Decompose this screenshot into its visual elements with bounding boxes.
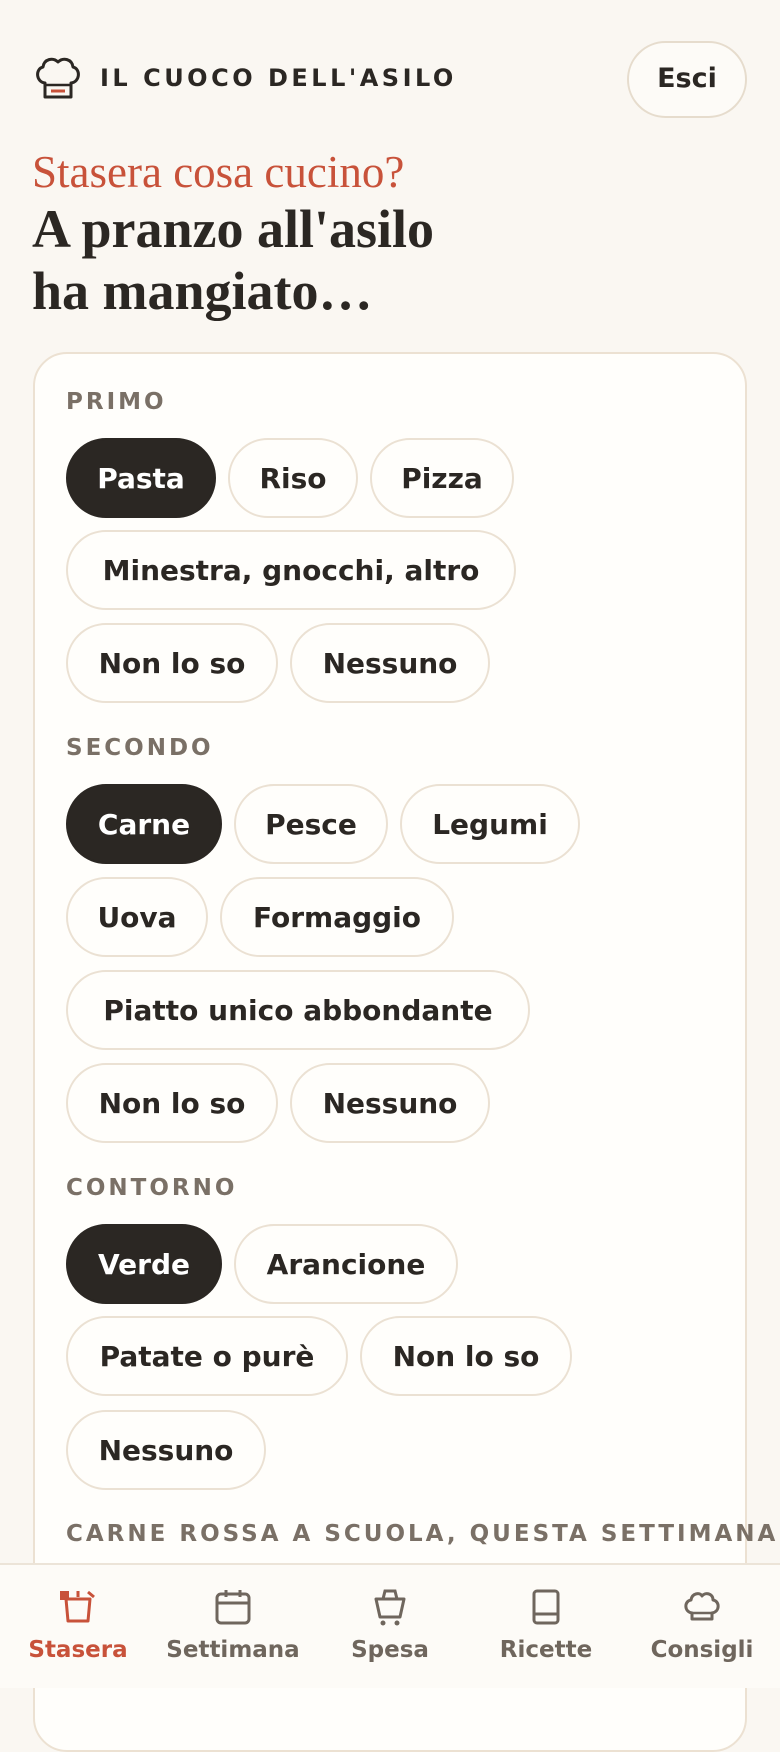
chip-primo-nessuno[interactable]: Nessuno bbox=[290, 623, 490, 703]
chip-secondo-legumi[interactable]: Legumi bbox=[400, 784, 580, 864]
tab-ricette[interactable]: Ricette bbox=[486, 1565, 606, 1688]
app-brand: IL CUOCO DELL'ASILO bbox=[100, 64, 457, 92]
logout-button[interactable]: Esci bbox=[627, 41, 747, 118]
section-label-contorno: CONTORNO bbox=[66, 1175, 238, 1201]
chip-primo-minestra[interactable]: Minestra, gnocchi, altro bbox=[66, 530, 516, 610]
chip-secondo-nessuno[interactable]: Nessuno bbox=[290, 1063, 490, 1143]
chip-secondo-uova[interactable]: Uova bbox=[66, 877, 208, 957]
chip-primo-pizza[interactable]: Pizza bbox=[370, 438, 514, 518]
tab-settimana-label: Settimana bbox=[166, 1637, 300, 1663]
page-subtitle: Stasera cosa cucino? bbox=[32, 147, 405, 197]
tab-stasera[interactable]: Stasera bbox=[18, 1565, 138, 1688]
page-title-line-2: ha mangiato… bbox=[32, 261, 373, 321]
chip-primo-riso[interactable]: Riso bbox=[228, 438, 358, 518]
book-icon bbox=[532, 1589, 560, 1625]
chip-secondo-piatto-unico[interactable]: Piatto unico abbondante bbox=[66, 970, 530, 1050]
tab-stasera-label: Stasera bbox=[28, 1637, 128, 1663]
chip-secondo-carne[interactable]: Carne bbox=[66, 784, 222, 864]
pot-icon bbox=[60, 1590, 95, 1623]
tab-ricette-label: Ricette bbox=[499, 1637, 593, 1663]
tab-consigli-label: Consigli bbox=[650, 1637, 754, 1663]
section-label-secondo: SECONDO bbox=[66, 735, 214, 761]
tab-consigli[interactable]: Consigli bbox=[642, 1565, 762, 1688]
bottom-tab-bar: Stasera Settimana Spesa Ricette Consigli bbox=[0, 1563, 780, 1688]
chip-contorno-verde[interactable]: Verde bbox=[66, 1224, 222, 1304]
chip-secondo-pesce[interactable]: Pesce bbox=[234, 784, 388, 864]
section-label-primo: PRIMO bbox=[66, 389, 167, 415]
chip-secondo-non-lo-so[interactable]: Non lo so bbox=[66, 1063, 278, 1143]
chip-contorno-nessuno[interactable]: Nessuno bbox=[66, 1410, 266, 1490]
tab-settimana[interactable]: Settimana bbox=[163, 1565, 303, 1688]
chip-primo-pasta[interactable]: Pasta bbox=[66, 438, 216, 518]
tab-spesa-label: Spesa bbox=[351, 1637, 429, 1663]
page-title: A pranzo all'asilo ha mangiato… bbox=[32, 198, 732, 322]
chef-hat-icon bbox=[684, 1592, 720, 1621]
page-title-line-1: A pranzo all'asilo bbox=[32, 199, 435, 259]
chef-hat-icon bbox=[36, 57, 80, 99]
chip-secondo-formaggio[interactable]: Formaggio bbox=[220, 877, 454, 957]
section-label-carne-rossa: CARNE ROSSA A SCUOLA, QUESTA SETTIMANA bbox=[66, 1521, 779, 1547]
basket-icon bbox=[374, 1589, 406, 1626]
chip-contorno-patate[interactable]: Patate o purè bbox=[66, 1316, 348, 1396]
chip-contorno-non-lo-so[interactable]: Non lo so bbox=[360, 1316, 572, 1396]
app-header: IL CUOCO DELL'ASILO Esci bbox=[0, 0, 780, 130]
calendar-icon bbox=[215, 1590, 251, 1625]
tab-spesa[interactable]: Spesa bbox=[330, 1565, 450, 1688]
chip-contorno-arancione[interactable]: Arancione bbox=[234, 1224, 458, 1304]
chip-primo-non-lo-so[interactable]: Non lo so bbox=[66, 623, 278, 703]
